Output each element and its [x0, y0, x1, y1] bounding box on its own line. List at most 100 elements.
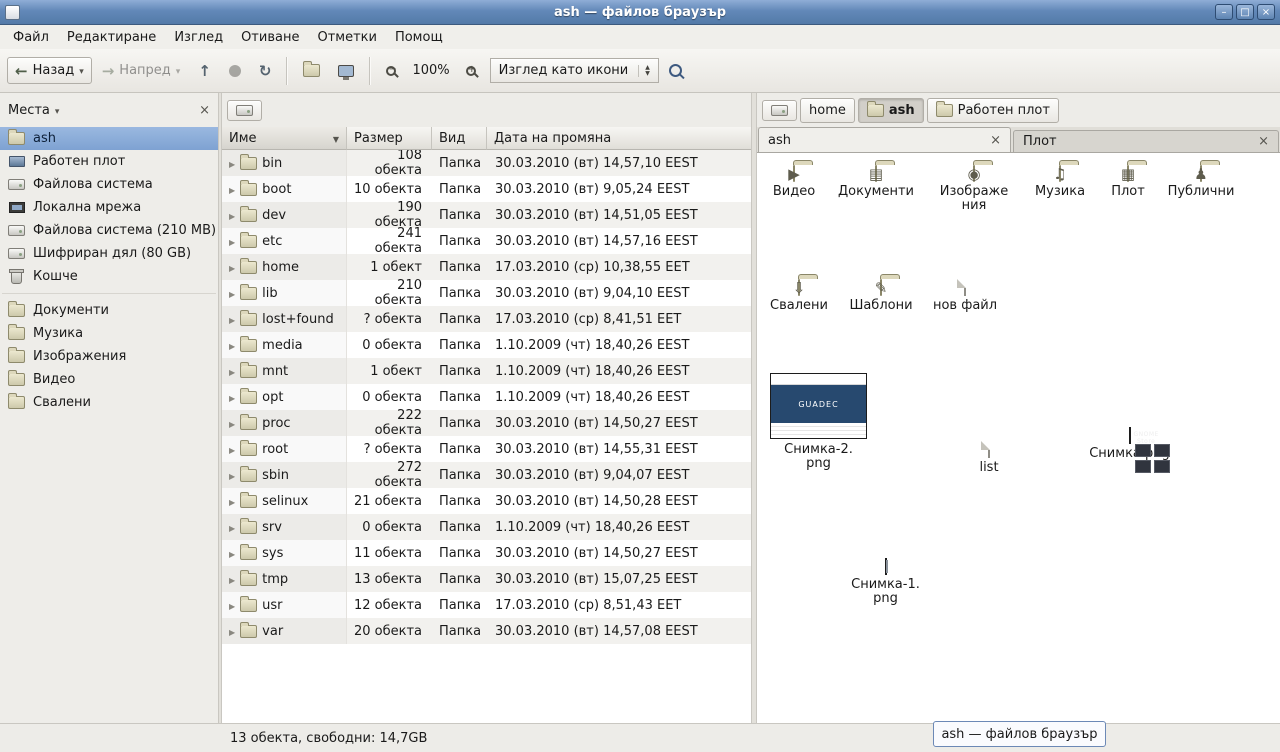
expander-icon[interactable] — [229, 624, 235, 639]
minimize-button[interactable]: – — [1215, 4, 1233, 20]
path-button-home[interactable]: home — [800, 98, 855, 123]
table-row[interactable]: lib 210 обекта Папка 30.03.2010 (вт) 9,0… — [222, 280, 751, 306]
table-row[interactable]: opt 0 обекта Папка 1.10.2009 (чт) 18,40,… — [222, 384, 751, 410]
menu-go[interactable]: Отиване — [232, 27, 308, 48]
search-button[interactable] — [661, 58, 690, 83]
table-row[interactable]: srv 0 обекта Папка 1.10.2009 (чт) 18,40,… — [222, 514, 751, 540]
expander-icon[interactable] — [229, 442, 235, 457]
table-row[interactable]: tmp 13 обекта Папка 30.03.2010 (вт) 15,0… — [222, 566, 751, 592]
file-item-snimka1[interactable]: Снимка-1.png — [835, 559, 936, 606]
expander-icon[interactable] — [229, 390, 235, 405]
expander-icon[interactable] — [229, 260, 235, 275]
stop-button[interactable] — [221, 59, 249, 83]
forward-button[interactable]: → Напред — [94, 57, 189, 84]
table-row[interactable]: media 0 обекта Папка 1.10.2009 (чт) 18,4… — [222, 332, 751, 358]
computer-button[interactable] — [330, 59, 362, 83]
back-button[interactable]: ← Назад — [7, 57, 92, 84]
table-row[interactable]: root ? обекта Папка 30.03.2010 (вт) 14,5… — [222, 436, 751, 462]
table-row[interactable]: mnt 1 обект Папка 1.10.2009 (чт) 18,40,2… — [222, 358, 751, 384]
expander-icon[interactable] — [229, 286, 235, 301]
sidebar-item-downloads[interactable]: Свалени — [0, 391, 218, 414]
table-row[interactable]: sys 11 обекта Папка 30.03.2010 (вт) 14,5… — [222, 540, 751, 566]
close-sidebar-button[interactable] — [199, 103, 210, 118]
sidebar-item-encrypted-80gb[interactable]: Шифриран дял (80 GB) — [0, 242, 218, 265]
menu-view[interactable]: Изглед — [165, 27, 232, 48]
path-button-root[interactable] — [762, 100, 797, 121]
menu-file[interactable]: Файл — [4, 27, 58, 48]
root-location-button[interactable] — [227, 100, 262, 121]
table-row[interactable]: etc 241 обекта Папка 30.03.2010 (вт) 14,… — [222, 228, 751, 254]
column-header-name[interactable]: Име — [222, 127, 347, 150]
expander-icon[interactable] — [229, 546, 235, 561]
column-header-modified[interactable]: Дата на промяна — [487, 127, 751, 150]
sidebar-item-trash[interactable]: Кошче — [0, 265, 218, 288]
sidebar-item-music[interactable]: Музика — [0, 322, 218, 345]
sidebar-item-pictures[interactable]: Изображения — [0, 345, 218, 368]
menu-bookmarks[interactable]: Отметки — [308, 27, 385, 48]
up-button[interactable]: ↑ — [190, 58, 219, 84]
table-row[interactable]: sbin 272 обекта Папка 30.03.2010 (вт) 9,… — [222, 462, 751, 488]
expander-icon[interactable] — [229, 494, 235, 509]
close-button[interactable]: × — [1257, 4, 1275, 20]
zoom-out-button[interactable] — [378, 60, 404, 82]
table-row[interactable]: dev 190 обекта Папка 30.03.2010 (вт) 14,… — [222, 202, 751, 228]
table-row[interactable]: boot 10 обекта Папка 30.03.2010 (вт) 9,0… — [222, 176, 751, 202]
expander-icon[interactable] — [229, 156, 235, 171]
folder-item-desktop[interactable]: ▦ Плот — [1098, 166, 1158, 199]
table-row[interactable]: lost+found ? обекта Папка 17.03.2010 (ср… — [222, 306, 751, 332]
home-button[interactable] — [295, 58, 328, 83]
file-item-snimka2[interactable]: GUADEC Снимка-2.png — [769, 373, 868, 471]
expander-icon[interactable] — [229, 598, 235, 613]
expander-icon[interactable] — [229, 572, 235, 587]
menu-help[interactable]: Помощ — [386, 27, 452, 48]
expander-icon[interactable] — [229, 312, 235, 327]
table-row[interactable]: bin 108 обекта Папка 30.03.2010 (вт) 14,… — [222, 150, 751, 176]
sidebar-item-ash[interactable]: ash — [0, 127, 218, 150]
file-item-new-file[interactable]: нов файл — [930, 280, 1000, 313]
sidebar-item-volume-210mb[interactable]: Файлова система (210 MB) — [0, 219, 218, 242]
expander-icon[interactable] — [229, 234, 235, 249]
back-history-chevron-icon[interactable] — [79, 63, 84, 78]
expander-icon[interactable] — [229, 338, 235, 353]
sidebar-item-documents[interactable]: Документи — [0, 299, 218, 322]
expander-icon[interactable] — [229, 208, 235, 223]
sidebar-item-filesystem[interactable]: Файлова система — [0, 173, 218, 196]
expander-icon[interactable] — [229, 520, 235, 535]
folder-item-downloads[interactable]: ⇩ Свалени — [764, 280, 834, 313]
expander-icon[interactable] — [229, 468, 235, 483]
column-header-type[interactable]: Вид — [432, 127, 487, 150]
file-item-list[interactable]: list — [954, 442, 1024, 475]
maximize-button[interactable]: □ — [1236, 4, 1254, 20]
expander-icon[interactable] — [229, 416, 235, 431]
folder-item-music[interactable]: ♫ Музика — [1025, 166, 1095, 199]
zoom-in-button[interactable] — [458, 60, 484, 82]
column-header-size[interactable]: Размер — [347, 127, 432, 150]
expander-icon[interactable] — [229, 364, 235, 379]
folder-item-videos[interactable]: ▶ Видео — [759, 166, 829, 199]
close-tab-icon[interactable] — [990, 133, 1001, 148]
titlebar[interactable]: ash — файлов браузър – □ × — [0, 0, 1280, 25]
folder-item-documents[interactable]: ▤ Документи — [834, 166, 918, 199]
table-row[interactable]: home 1 обект Папка 17.03.2010 (ср) 10,38… — [222, 254, 751, 280]
path-button-ash[interactable]: ash — [858, 98, 924, 123]
view-mode-select[interactable]: Изглед като икони — [490, 58, 659, 83]
table-row[interactable]: proc 222 обекта Папка 30.03.2010 (вт) 14… — [222, 410, 751, 436]
table-row[interactable]: usr 12 обекта Папка 17.03.2010 (ср) 8,51… — [222, 592, 751, 618]
folder-item-pictures[interactable]: ◉ Изображения — [934, 166, 1014, 213]
table-row[interactable]: selinux 21 обекта Папка 30.03.2010 (вт) … — [222, 488, 751, 514]
menu-edit[interactable]: Редактиране — [58, 27, 165, 48]
table-row[interactable]: var 20 обекта Папка 30.03.2010 (вт) 14,5… — [222, 618, 751, 644]
tab-plot[interactable]: Плот — [1013, 130, 1279, 152]
chevron-down-icon[interactable] — [55, 103, 60, 118]
close-tab-icon[interactable] — [1258, 134, 1269, 149]
folder-item-public[interactable]: ♟ Публични — [1161, 166, 1241, 199]
folder-item-templates[interactable]: ✎ Шаблони — [846, 280, 916, 313]
path-button-desktop[interactable]: Работен плот — [927, 98, 1059, 123]
sidebar-item-network[interactable]: Локална мрежа — [0, 196, 218, 219]
sidebar-item-videos[interactable]: Видео — [0, 368, 218, 391]
expander-icon[interactable] — [229, 182, 235, 197]
tab-ash[interactable]: ash — [758, 127, 1011, 152]
reload-button[interactable]: ↻ — [251, 58, 280, 84]
file-item-snimka[interactable]: GNOME Store Снимка.png — [1079, 428, 1180, 461]
sidebar-item-desktop[interactable]: Работен плот — [0, 150, 218, 173]
